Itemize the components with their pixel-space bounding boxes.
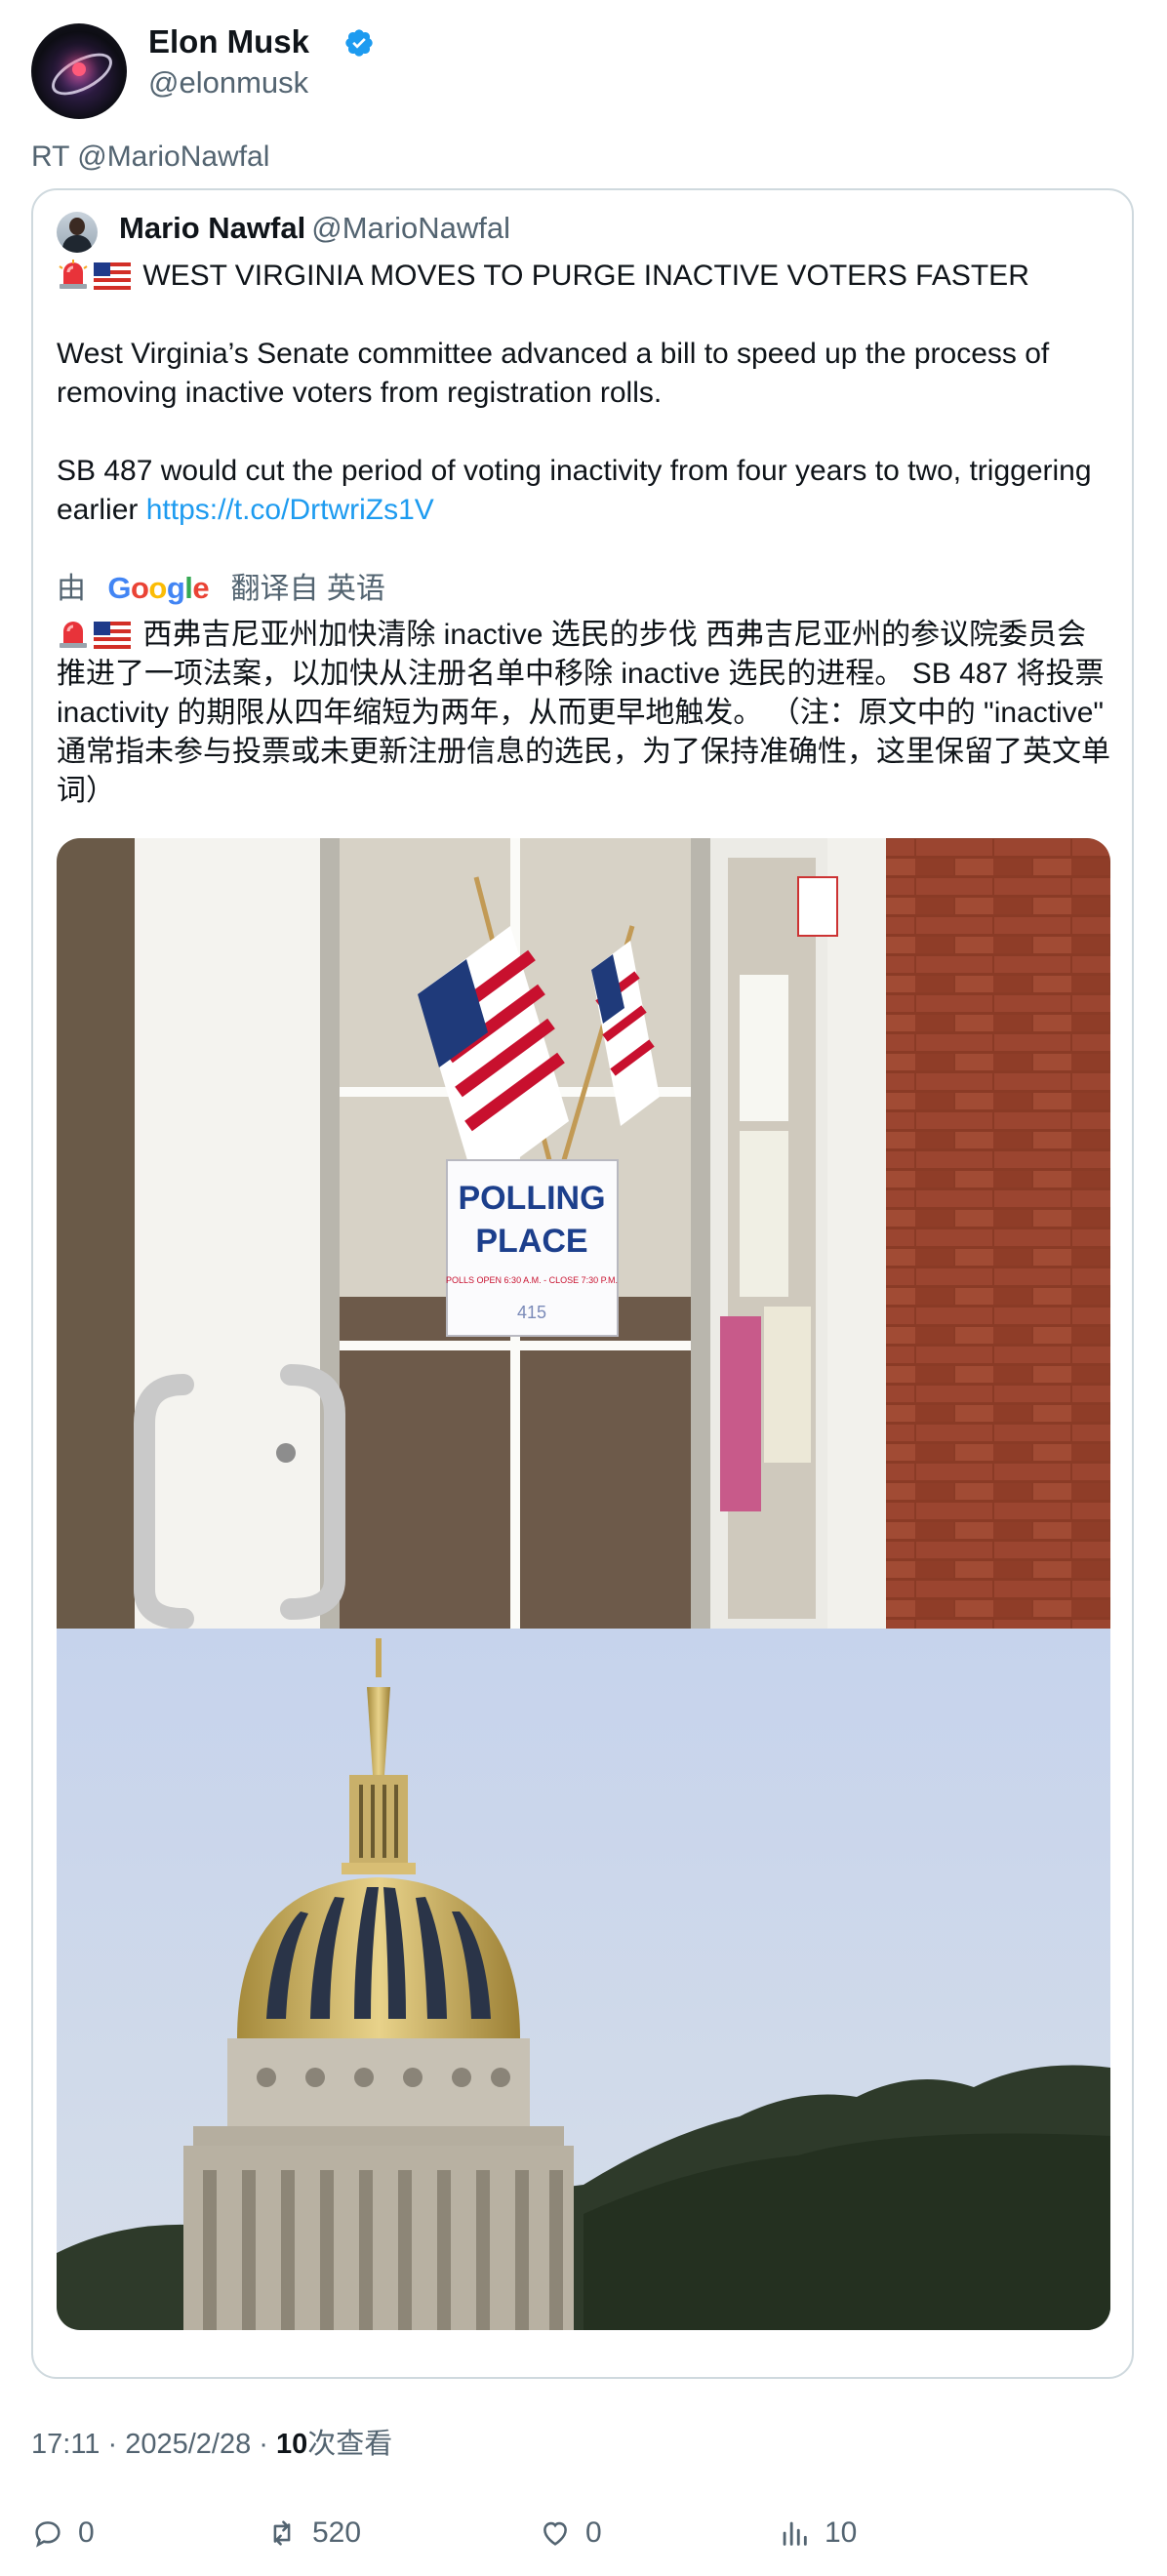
avatar-body <box>62 235 92 253</box>
reply-button[interactable]: 0 <box>31 2512 95 2555</box>
bar-chart-icon <box>783 2521 807 2546</box>
rotating-light-icon <box>60 622 87 648</box>
sign-line2: PLACE <box>475 1223 587 1260</box>
translated-text: 西弗吉尼亚州加快清除 inactive 选民的步伐 西弗吉尼亚州的参议院委员会推… <box>57 616 1110 811</box>
sign-number: 415 <box>517 1303 546 1322</box>
us-flag-icon <box>94 262 131 290</box>
capitol-dome-photo[interactable] <box>57 1629 1110 2330</box>
sign-line1: POLLING <box>458 1180 605 1217</box>
quoted-author-name: Mario Nawfal <box>119 211 306 245</box>
avatar-spark <box>72 62 86 76</box>
retweet-label: RT @MarioNawfal <box>31 141 270 173</box>
translation-suffix: 翻译自 英语 <box>230 573 385 605</box>
retweet-button[interactable]: 520 <box>265 2512 361 2555</box>
us-flag-icon <box>94 622 131 649</box>
views-count: 10 <box>825 2516 858 2549</box>
action-bar: 0 520 0 10 <box>31 2512 1134 2555</box>
paragraph-1: West Virginia’s Senate committee advance… <box>57 338 1050 409</box>
tweet-date[interactable]: 2025/2/28 <box>125 2429 251 2460</box>
views-label: 次查看 <box>307 2429 393 2460</box>
polling-place-photo[interactable]: POLLING PLACE POLLS OPEN 6:30 A.M. - CLO… <box>57 838 1110 1629</box>
tweet-time[interactable]: 17:11 <box>31 2429 100 2460</box>
author-avatar[interactable] <box>31 23 127 119</box>
views-button[interactable]: 10 <box>778 2512 857 2555</box>
tweet-link[interactable]: https://t.co/DrtwriZs1V <box>146 494 434 526</box>
media-grid[interactable]: POLLING PLACE POLLS OPEN 6:30 A.M. - CLO… <box>57 838 1110 2330</box>
polling-place-sign: POLLING PLACE POLLS OPEN 6:30 A.M. - CLO… <box>446 1159 619 1337</box>
quoted-author-avatar[interactable] <box>57 212 98 253</box>
retweet-icon <box>273 2520 291 2546</box>
rotating-light-icon <box>59 260 88 289</box>
tweet-meta: 17:11 · 2025/2/28 · 10次查看 <box>31 2429 393 2460</box>
reply-count: 0 <box>78 2516 95 2549</box>
translation-prefix: 由 <box>57 573 86 605</box>
quoted-tweet-card[interactable]: Mario Nawfal @MarioNawfal WEST VIRGINIA M… <box>31 188 1134 2379</box>
author-handle[interactable]: @elonmusk <box>148 62 308 103</box>
translated-body: 西弗吉尼亚州加快清除 inactive 选民的步伐 西弗吉尼亚州的参议院委员会推… <box>57 619 1110 807</box>
headline: WEST VIRGINIA MOVES TO PURGE INACTIVE VO… <box>57 257 1110 296</box>
quoted-author-handle: @MarioNawfal <box>311 211 510 245</box>
retweet-count: 520 <box>312 2516 362 2549</box>
heart-icon <box>543 2521 567 2546</box>
like-count: 0 <box>585 2516 602 2549</box>
paragraph-2: SB 487 would cut the period of voting in… <box>57 452 1110 530</box>
reply-icon <box>35 2521 60 2548</box>
verified-badge-icon <box>345 29 373 57</box>
like-button[interactable]: 0 <box>539 2512 602 2555</box>
view-count: 10 <box>276 2429 308 2460</box>
avatar-head <box>69 218 85 235</box>
author-name[interactable]: Elon Musk <box>148 21 309 62</box>
quoted-author[interactable]: Mario Nawfal @MarioNawfal <box>119 208 510 249</box>
headline-text: WEST VIRGINIA MOVES TO PURGE INACTIVE VO… <box>142 260 1029 292</box>
translation-attribution[interactable]: 由 Google 翻译自 英语 <box>57 569 385 609</box>
tweet-header: Elon Musk @elonmusk <box>31 21 1134 119</box>
google-logo-icon: Google <box>107 571 210 605</box>
sign-hours: POLLS OPEN 6:30 A.M. - CLOSE 7:30 P.M. <box>446 1275 618 1285</box>
